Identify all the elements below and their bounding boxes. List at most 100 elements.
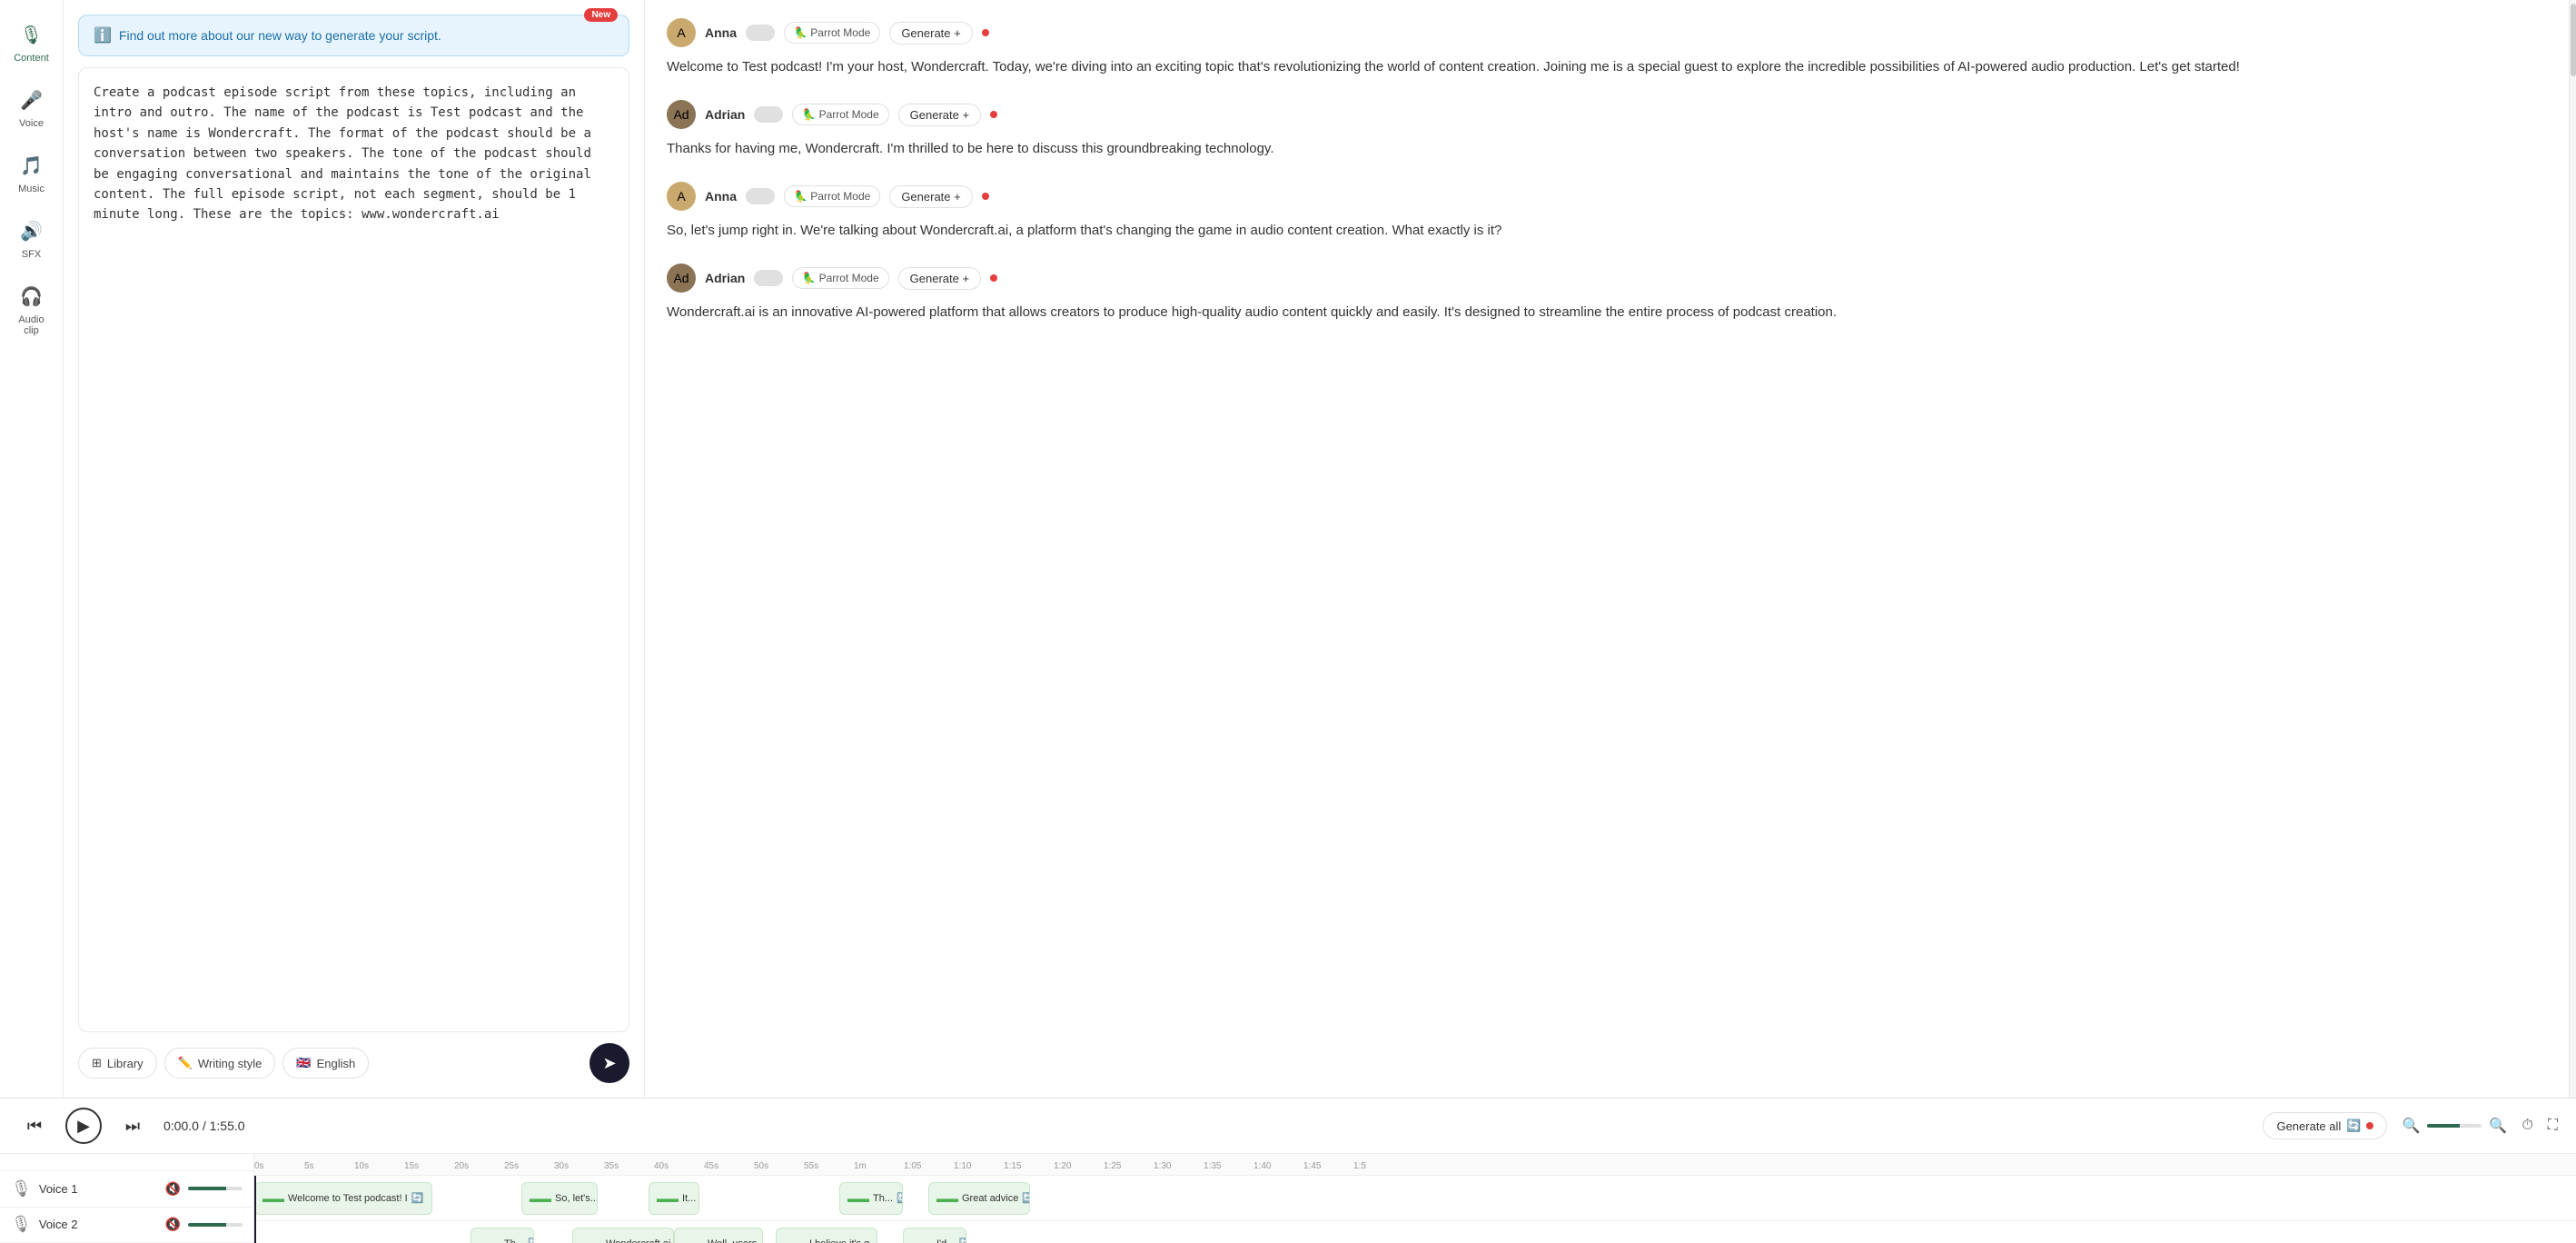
clip-wave-icon: ▬▬ [263, 1192, 284, 1205]
ruler-mark: 0s [254, 1161, 304, 1171]
generate-all-button[interactable]: Generate all 🔄 [2263, 1112, 2387, 1139]
parrot-mode-button-0[interactable]: 🦜 Parrot Mode [784, 22, 880, 44]
script-textarea[interactable]: Create a podcast episode script from the… [78, 67, 629, 1032]
mute-button-voice2[interactable]: 🔇 [165, 1217, 181, 1232]
skip-back-button[interactable]: ⏮ [18, 1109, 51, 1142]
speech-text-0: Welcome to Test podcast! I'm your host, … [667, 56, 2547, 78]
sidebar-item-sfx-label: SFX [22, 249, 41, 260]
library-button[interactable]: ⊞ Library [78, 1048, 157, 1079]
clip-voice1-4[interactable]: ▬▬Great advice🔄 [928, 1182, 1030, 1215]
zoom-controls: 🔍 🔍 [2402, 1117, 2507, 1135]
parrot-mode-button-3[interactable]: 🦜 Parrot Mode [792, 267, 888, 289]
parrot-mode-button-1[interactable]: 🦜 Parrot Mode [792, 104, 888, 125]
ruler-mark: 35s [604, 1161, 654, 1171]
toggle-2[interactable] [746, 188, 775, 204]
clip-voice2-3[interactable]: ▬▬I believe it's g...🔄 [776, 1228, 877, 1243]
clip-voice1-0[interactable]: ▬▬ Welcome to Test podcast! I🔄 [254, 1182, 432, 1215]
generate-all-dot [2366, 1122, 2373, 1129]
ruler-mark: 1:20 [1054, 1161, 1104, 1171]
ruler-mark: 45s [704, 1161, 754, 1171]
sidebar-item-content-label: Content [14, 53, 49, 64]
ruler-mark: 1:15 [1004, 1161, 1054, 1171]
clip-voice1-1[interactable]: ▬▬So, let's...🔄 [521, 1182, 598, 1215]
ruler-mark: 1:35 [1204, 1161, 1253, 1171]
track-row-voice1: ▬▬Welcome to Test podcast! I🔄▬▬So, let's… [254, 1176, 2576, 1221]
clip-label: Welcome to Test podcast! I [288, 1193, 408, 1204]
info-icon: ℹ️ [94, 26, 112, 45]
time-display: 0:00.0 / 1:55.0 [163, 1119, 245, 1133]
pencil-icon: ✏️ [178, 1056, 193, 1070]
sidebar-item-voice[interactable]: 🎤 Voice [5, 76, 59, 138]
clip-refresh-icon[interactable]: 🔄 [958, 1238, 966, 1243]
play-button[interactable]: ▶ [65, 1108, 102, 1144]
toggle-0[interactable] [746, 25, 775, 41]
mute-button-voice1[interactable]: 🔇 [165, 1181, 181, 1197]
ruler-mark: 55s [804, 1161, 854, 1171]
speaker-row-3: AdAdrian🦜 Parrot ModeGenerate + [667, 264, 2547, 293]
clip-refresh-icon[interactable]: 🔄 [1022, 1192, 1030, 1204]
sidebar-item-music[interactable]: 🎵 Music [5, 142, 59, 204]
generate-button-2[interactable]: Generate + [889, 185, 972, 208]
send-icon: ➤ [602, 1054, 616, 1073]
right-scrollbar[interactable] [2569, 0, 2576, 1098]
expand-button[interactable]: ⛶ [2548, 1118, 2558, 1134]
conversation-block-3: AdAdrian🦜 Parrot ModeGenerate +Wondercra… [667, 264, 2547, 323]
track-label-voice1: 🎙 Voice 1 🔇 [0, 1171, 253, 1207]
generate-button-0[interactable]: Generate + [889, 22, 972, 45]
sidebar-item-audioclip[interactable]: 🎧 Audio clip [5, 273, 59, 345]
clock-button[interactable]: ⏱ [2522, 1118, 2532, 1134]
banner[interactable]: ℹ️ Find out more about our new way to ge… [78, 15, 629, 56]
skip-forward-button[interactable]: ⏭ [116, 1109, 149, 1142]
zoom-out-icon[interactable]: 🔍 [2402, 1117, 2420, 1135]
sidebar-item-content[interactable]: 🎙 Content [5, 11, 59, 73]
clip-wave-icon: ▬▬ [936, 1192, 958, 1205]
writing-style-button[interactable]: ✏️ Writing style [164, 1048, 276, 1079]
transport-bar: ⏮ ▶ ⏭ 0:00.0 / 1:55.0 Generate all 🔄 🔍 🔍… [0, 1099, 2576, 1154]
ruler-mark: 20s [454, 1161, 504, 1171]
banner-text: Find out more about our new way to gener… [119, 28, 441, 43]
clip-voice2-4[interactable]: ▬▬I'd...🔄 [903, 1228, 966, 1243]
speaker-name-3: Adrian [705, 271, 745, 285]
clip-voice2-1[interactable]: ▬▬Wondercraft.ai...🔄 [572, 1228, 674, 1243]
clip-refresh-icon[interactable]: 🔄 [411, 1192, 424, 1204]
language-button[interactable]: 🇬🇧 English [282, 1048, 369, 1079]
zoom-bar[interactable] [2427, 1124, 2482, 1128]
volume-slider-voice2[interactable] [188, 1223, 243, 1227]
clip-refresh-icon[interactable]: 🔄 [528, 1238, 534, 1243]
avatar-anna: A [667, 18, 696, 47]
new-badge: New [584, 8, 618, 22]
toggle-1[interactable] [754, 106, 783, 123]
clip-voice2-2[interactable]: ▬▬Well, users...🔄 [674, 1228, 763, 1243]
ruler-mark: 1:25 [1104, 1161, 1154, 1171]
clip-voice1-3[interactable]: ▬▬Th...🔄 [839, 1182, 903, 1215]
avatar-anna: A [667, 182, 696, 211]
clip-label: Th... [504, 1238, 524, 1243]
clip-label: Wondercraft.ai... [606, 1238, 674, 1243]
clip-refresh-icon[interactable]: 🔄 [897, 1192, 903, 1204]
zoom-in-icon[interactable]: 🔍 [2489, 1117, 2507, 1135]
library-label: Library [107, 1057, 144, 1070]
clip-voice1-2[interactable]: ▬▬It...🔄 [649, 1182, 699, 1215]
sidebar-item-sfx[interactable]: 🔊 SFX [5, 207, 59, 269]
clip-voice2-0[interactable]: ▬▬ Th... 🔄 [471, 1228, 534, 1243]
clip-wave-icon: ▬▬ [847, 1192, 869, 1205]
volume-slider-voice1[interactable] [188, 1187, 243, 1190]
send-button[interactable]: ➤ [590, 1043, 629, 1083]
time-current: 0:00.0 [163, 1119, 199, 1133]
speaker-row-2: AAnna🦜 Parrot ModeGenerate + [667, 182, 2547, 211]
content-icon: 🎙 [17, 20, 46, 49]
speaker-row-0: A Anna 🦜 Parrot Mode Generate + [667, 18, 2547, 47]
generate-all-label: Generate all [2276, 1119, 2341, 1133]
ruler-mark: 1:05 [904, 1161, 954, 1171]
generate-button-1[interactable]: Generate + [898, 104, 981, 126]
clip-wave-icon: ▬▬ [479, 1238, 500, 1243]
toggle-3[interactable] [754, 270, 783, 286]
speaker-name-0: Anna [705, 25, 737, 40]
clip-wave-icon: ▬▬ [530, 1192, 551, 1205]
generate-button-3[interactable]: Generate + [898, 267, 981, 290]
speaker-row-1: AdAdrian🦜 Parrot ModeGenerate + [667, 100, 2547, 129]
clip-wave-icon: ▬▬ [657, 1192, 679, 1205]
audioclip-icon: 🎧 [17, 282, 46, 311]
parrot-mode-button-2[interactable]: 🦜 Parrot Mode [784, 185, 880, 207]
track-name-voice1: Voice 1 [39, 1182, 78, 1196]
